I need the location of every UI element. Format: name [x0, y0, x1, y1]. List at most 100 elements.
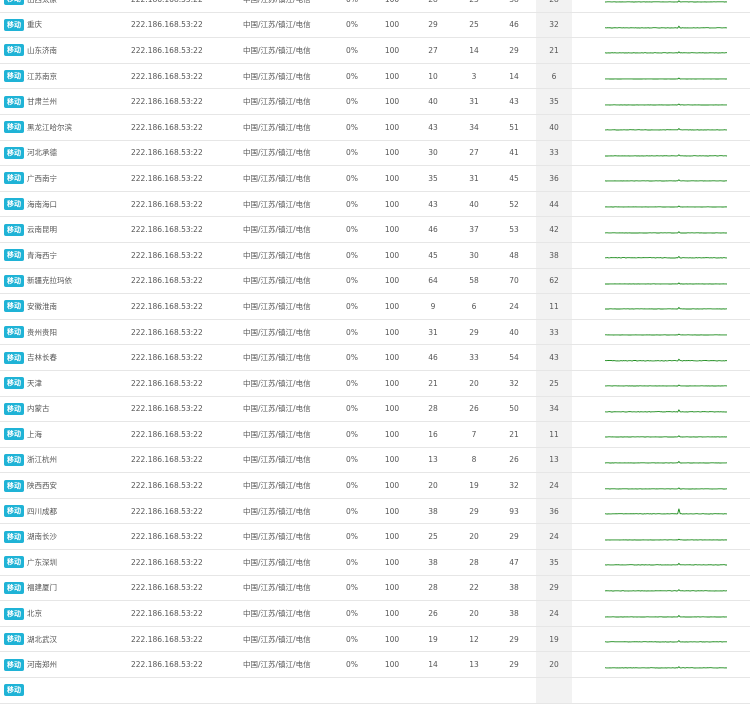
isp-badge-wrap: 移动 — [4, 601, 24, 626]
worst-latency: 43 — [509, 97, 519, 107]
isp-badge: 移动 — [4, 402, 24, 415]
ip-address: 222.186.168.53:22 — [131, 45, 203, 55]
packet-loss: 0% — [346, 173, 358, 183]
table-row: 移动 内蒙古 222.186.168.53:22 中国/江苏/镇江/电信 0% 100 28… — [0, 396, 750, 423]
avg-latency — [536, 678, 572, 703]
node-name: 河北承德 — [27, 148, 57, 158]
ip-address: 222.186.168.53:22 — [131, 327, 203, 337]
best-latency: 37 — [469, 225, 479, 235]
table-row: 移动 福建厦门 222.186.168.53:22 中国/江苏/镇江/电信 0% 100 2… — [0, 575, 750, 602]
table-row: 移动 浙江杭州 222.186.168.53:22 中国/江苏/镇江/电信 0% 100 1… — [0, 447, 750, 474]
node-name: 江苏南京 — [27, 71, 57, 81]
node-name: 贵州贵阳 — [27, 327, 57, 337]
node-name: 湖南长沙 — [27, 532, 57, 542]
ip-address: 222.186.168.53:22 — [131, 609, 203, 619]
sparkline-path — [604, 435, 728, 438]
table-row: 移动 — [0, 678, 750, 704]
sparkline-svg — [604, 640, 727, 643]
worst-latency: 29 — [509, 660, 519, 670]
packet-loss: 0% — [346, 404, 358, 414]
sent-count: 100 — [384, 199, 400, 209]
ip-address: 222.186.168.53:22 — [131, 353, 203, 363]
ip-location: 中国/江苏/镇江/电信 — [243, 122, 311, 132]
avg-latency: 33 — [536, 319, 572, 345]
ip-location: 中国/江苏/镇江/电信 — [243, 199, 311, 209]
latency-sparkline — [604, 320, 730, 345]
sent-count: 100 — [384, 250, 400, 260]
isp-badge: 移动 — [4, 633, 24, 646]
last-latency: 25 — [428, 532, 438, 542]
packet-loss: 0% — [346, 455, 358, 465]
worst-latency: 29 — [509, 45, 519, 55]
ip-address: 222.186.168.53:22 — [131, 0, 203, 12]
ip-location: 中国/江苏/镇江/电信 — [243, 97, 311, 107]
ip-address: 222.186.168.53:22 — [131, 506, 203, 516]
sparkline-path — [604, 282, 728, 285]
isp-badge: 移动 — [4, 95, 24, 108]
last-latency: 46 — [428, 225, 438, 235]
best-latency: 25 — [469, 20, 479, 30]
packet-loss: 0% — [346, 20, 358, 30]
isp-badge-wrap: 移动 — [4, 576, 24, 601]
sparkline-path — [605, 128, 727, 131]
sparkline-svg — [604, 0, 728, 3]
last-latency: 45 — [428, 250, 438, 260]
ip-address: 222.186.168.53:22 — [131, 148, 203, 158]
sparkline-svg — [604, 358, 728, 362]
sparkline-path — [605, 486, 728, 490]
sparkline-path — [605, 333, 727, 336]
isp-badge: 移动 — [4, 351, 24, 364]
ip-address: 222.186.168.53:22 — [131, 225, 203, 235]
isp-badge-wrap: 移动 — [4, 499, 24, 524]
latency-sparkline — [604, 269, 730, 294]
sent-count: 100 — [384, 455, 400, 465]
latency-sparkline — [604, 217, 730, 242]
table-row: 移动 广西南宁 222.186.168.53:22 中国/江苏/镇江/电信 0% 100 3… — [0, 166, 750, 192]
sparkline-svg — [605, 307, 728, 310]
last-latency: 9 — [430, 301, 436, 311]
ip-location: 中国/江苏/镇江/电信 — [243, 378, 311, 388]
avg-latency: 21 — [536, 38, 572, 63]
table-row: 移动 河北承德 222.186.168.53:22 中国/江苏/镇江/电信 0% 100 3… — [0, 140, 750, 167]
sparkline-svg — [604, 179, 727, 182]
ip-location: 中国/江苏/镇江/电信 — [243, 71, 311, 81]
isp-badge: 移动 — [4, 146, 24, 159]
packet-loss: 0% — [346, 71, 358, 81]
sent-count: 100 — [384, 404, 400, 414]
avg-latency: 43 — [536, 345, 572, 370]
node-name: 山西太原 — [27, 0, 57, 12]
best-latency: 31 — [469, 97, 479, 107]
ip-address: 222.186.168.53:22 — [131, 122, 203, 132]
sparkline-svg — [604, 25, 728, 29]
node-name: 福建厦门 — [27, 583, 57, 593]
ip-location: 中国/江苏/镇江/电信 — [243, 353, 311, 363]
node-name: 甘肃兰州 — [27, 97, 57, 107]
packet-loss: 0% — [346, 481, 358, 491]
ip-address: 222.186.168.53:22 — [131, 429, 203, 439]
table-row: 移动 天津 222.186.168.53:22 中国/江苏/镇江/电信 0% 100 21 2… — [0, 370, 750, 397]
avg-latency: 6 — [536, 63, 572, 89]
node-name: 海南海口 — [27, 199, 57, 209]
sparkline-svg — [605, 256, 727, 259]
latency-sparkline — [604, 576, 730, 601]
isp-badge-wrap: 移动 — [4, 64, 24, 89]
packet-loss: 0% — [346, 122, 358, 132]
worst-latency — [494, 678, 534, 703]
ip-location: 中国/江苏/镇江/电信 — [243, 327, 311, 337]
best-latency: 20 — [469, 532, 479, 542]
last-latency: 28 — [413, 0, 453, 12]
ip-address: 222.186.168.53:22 — [131, 660, 203, 670]
table-row: 移动 陕西西安 222.186.168.53:22 中国/江苏/镇江/电信 0% 100 2… — [0, 473, 750, 499]
table-row: 移动 广东深圳 222.186.168.53:22 中国/江苏/镇江/电信 0% 100 3… — [0, 550, 750, 576]
best-latency: 13 — [469, 660, 479, 670]
isp-badge: 移动 — [4, 581, 24, 594]
best-latency: 29 — [469, 506, 479, 516]
ip-address: 222.186.168.53:22 — [131, 301, 203, 311]
last-latency: 29 — [428, 20, 438, 30]
last-latency: 10 — [428, 71, 438, 81]
isp-badge: 移动 — [4, 428, 24, 441]
last-latency: 21 — [428, 378, 438, 388]
avg-latency: 13 — [536, 447, 572, 473]
table-row: 移动 黑龙江哈尔滨 222.186.168.53:22 中国/江苏/镇江/电信 0% 10… — [0, 114, 750, 141]
sent-count: 100 — [384, 506, 400, 516]
